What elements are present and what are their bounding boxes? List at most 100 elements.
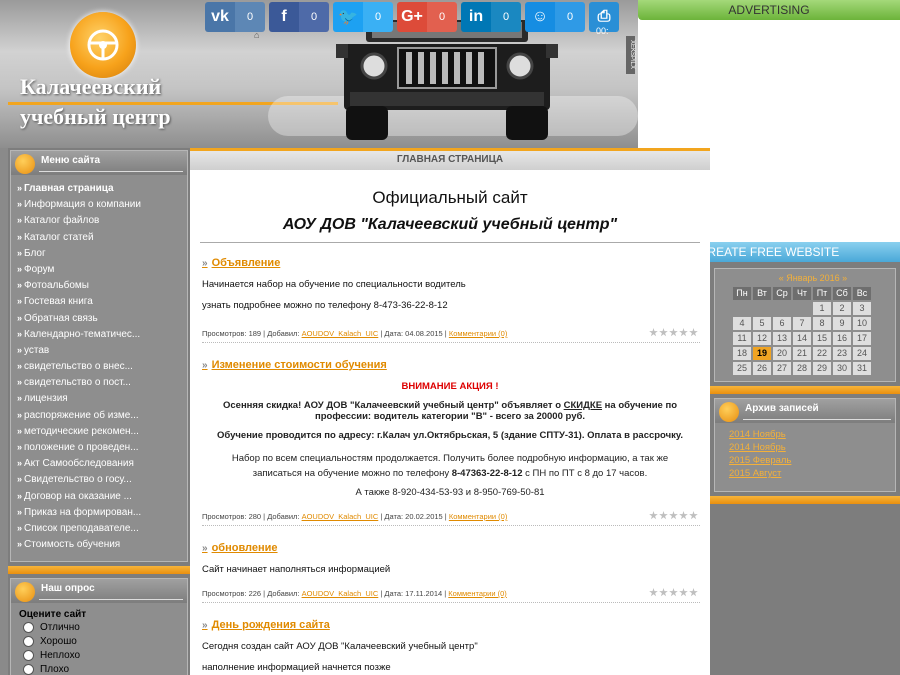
- calendar-day[interactable]: 16: [833, 332, 851, 345]
- menu-item[interactable]: » Список преподавателе...: [17, 523, 187, 539]
- menu-item[interactable]: » Договор на оказание ...: [17, 491, 187, 507]
- entry-title-link[interactable]: » Объявление: [202, 257, 710, 269]
- calendar-day[interactable]: 14: [793, 332, 811, 345]
- entry-title-link[interactable]: » Изменение стоимости обучения: [202, 359, 710, 371]
- star-icon[interactable]: [689, 328, 698, 337]
- archive-link[interactable]: 2014 Ноябрь: [729, 442, 895, 455]
- calendar-day[interactable]: 5: [753, 317, 771, 330]
- meta-comments-link[interactable]: Комментарии (0): [449, 512, 508, 521]
- menu-item[interactable]: » Стоимость обучения: [17, 539, 187, 555]
- meta-comments-link[interactable]: Комментарии (0): [448, 589, 507, 598]
- menu-item[interactable]: » Акт Самообследования: [17, 458, 187, 474]
- menu-item[interactable]: » Фотоальбомы: [17, 280, 187, 296]
- calendar-day[interactable]: 24: [853, 347, 871, 360]
- calendar-day[interactable]: 15: [813, 332, 831, 345]
- calendar-day[interactable]: 18: [733, 347, 751, 360]
- calendar-day[interactable]: 30: [833, 362, 851, 375]
- rating-stars[interactable]: [649, 588, 698, 597]
- archive-link[interactable]: 2015 Февраль: [729, 455, 895, 468]
- rating-stars[interactable]: [649, 511, 698, 520]
- share-googleplus-button[interactable]: G+ 0: [397, 2, 457, 32]
- archive-link[interactable]: 2015 Август: [729, 468, 895, 481]
- star-icon[interactable]: [649, 588, 658, 597]
- calendar-day[interactable]: 23: [833, 347, 851, 360]
- star-icon[interactable]: [649, 511, 658, 520]
- menu-item[interactable]: » Календарно-тематичес...: [17, 329, 187, 345]
- menu-item[interactable]: » Гостевая книга: [17, 296, 187, 312]
- menu-item[interactable]: » распоряжение об изме...: [17, 410, 187, 426]
- menu-item[interactable]: » Информация о компании: [17, 199, 187, 215]
- star-icon[interactable]: [669, 511, 678, 520]
- calendar-day[interactable]: 10: [853, 317, 871, 330]
- share-vk-button[interactable]: vk 0: [205, 2, 265, 32]
- calendar-day[interactable]: 21: [793, 347, 811, 360]
- star-icon[interactable]: [659, 588, 668, 597]
- poll-option[interactable]: Хорошо: [11, 634, 187, 648]
- archive-link[interactable]: 2014 Ноябрь: [729, 429, 895, 442]
- poll-radio[interactable]: [23, 621, 34, 633]
- menu-item[interactable]: » устав: [17, 345, 187, 361]
- star-icon[interactable]: [669, 328, 678, 337]
- menu-item[interactable]: » Форум: [17, 264, 187, 280]
- share-linkedin-button[interactable]: in 0: [461, 2, 521, 32]
- star-icon[interactable]: [679, 511, 688, 520]
- menu-item[interactable]: » Каталог статей: [17, 232, 187, 248]
- calendar-day[interactable]: 6: [773, 317, 791, 330]
- menu-item[interactable]: » положение о проведен...: [17, 442, 187, 458]
- star-icon[interactable]: [689, 588, 698, 597]
- calendar-day[interactable]: 8: [813, 317, 831, 330]
- poll-radio[interactable]: [23, 635, 34, 647]
- star-icon[interactable]: [679, 588, 688, 597]
- menu-item[interactable]: » Блог: [17, 248, 187, 264]
- menu-item[interactable]: » свидетельство о пост...: [17, 377, 187, 393]
- menu-item[interactable]: » лицензия: [17, 393, 187, 409]
- calendar-day[interactable]: 22: [813, 347, 831, 360]
- menu-item[interactable]: » Свидетельство о госу...: [17, 474, 187, 490]
- menu-item[interactable]: » Каталог файлов: [17, 215, 187, 231]
- calendar-day[interactable]: 2: [833, 302, 851, 315]
- calendar-day[interactable]: 29: [813, 362, 831, 375]
- star-icon[interactable]: [679, 328, 688, 337]
- meta-author-link[interactable]: AOUDOV_Kalach_UIC: [302, 512, 379, 521]
- menu-item[interactable]: » Приказ на формирован...: [17, 507, 187, 523]
- entry-title-link[interactable]: » День рождения сайта: [202, 619, 710, 631]
- menu-item[interactable]: » Обратная связь: [17, 313, 187, 329]
- star-icon[interactable]: [649, 328, 658, 337]
- entry-title-link[interactable]: » обновление: [202, 542, 710, 554]
- calendar-day[interactable]: 28: [793, 362, 811, 375]
- share-twitter-button[interactable]: 🐦 0: [333, 2, 393, 32]
- poll-radio[interactable]: [23, 663, 34, 675]
- star-icon[interactable]: [669, 588, 678, 597]
- meta-author-link[interactable]: AOUDOV_Kalach_UIC: [302, 329, 379, 338]
- share-myworld-button[interactable]: ☺ 0: [525, 2, 585, 32]
- poll-radio[interactable]: [23, 649, 34, 661]
- calendar-day[interactable]: 9: [833, 317, 851, 330]
- poll-option[interactable]: Отлично: [11, 620, 187, 634]
- menu-item[interactable]: » Главная страница: [17, 183, 187, 199]
- calendar-day[interactable]: 11: [733, 332, 751, 345]
- meta-author-link[interactable]: AOUDOV_Kalach_UIC: [302, 589, 379, 598]
- star-icon[interactable]: [659, 511, 668, 520]
- calendar-day[interactable]: 31: [853, 362, 871, 375]
- calendar-day[interactable]: 7: [793, 317, 811, 330]
- vertical-tag[interactable]: XEKSPILX: [626, 36, 635, 74]
- calendar-day[interactable]: 12: [753, 332, 771, 345]
- calendar-day[interactable]: 17: [853, 332, 871, 345]
- calendar-day[interactable]: 13: [773, 332, 791, 345]
- rating-stars[interactable]: [649, 328, 698, 337]
- star-icon[interactable]: [659, 328, 668, 337]
- calendar-day[interactable]: 19: [753, 347, 771, 360]
- meta-comments-link[interactable]: Комментарии (0): [449, 329, 508, 338]
- calendar-day[interactable]: 3: [853, 302, 871, 315]
- calendar-day[interactable]: 1: [813, 302, 831, 315]
- menu-item[interactable]: » методические рекомен...: [17, 426, 187, 442]
- poll-option[interactable]: Плохо: [11, 662, 187, 675]
- star-icon[interactable]: [689, 511, 698, 520]
- calendar-day[interactable]: 25: [733, 362, 751, 375]
- share-facebook-button[interactable]: f0: [269, 2, 329, 32]
- poll-option[interactable]: Неплохо: [11, 648, 187, 662]
- calendar-day[interactable]: 20: [773, 347, 791, 360]
- calendar-day[interactable]: 27: [773, 362, 791, 375]
- menu-item[interactable]: » свидетельство о внес...: [17, 361, 187, 377]
- home-icon[interactable]: ⌂: [254, 30, 259, 40]
